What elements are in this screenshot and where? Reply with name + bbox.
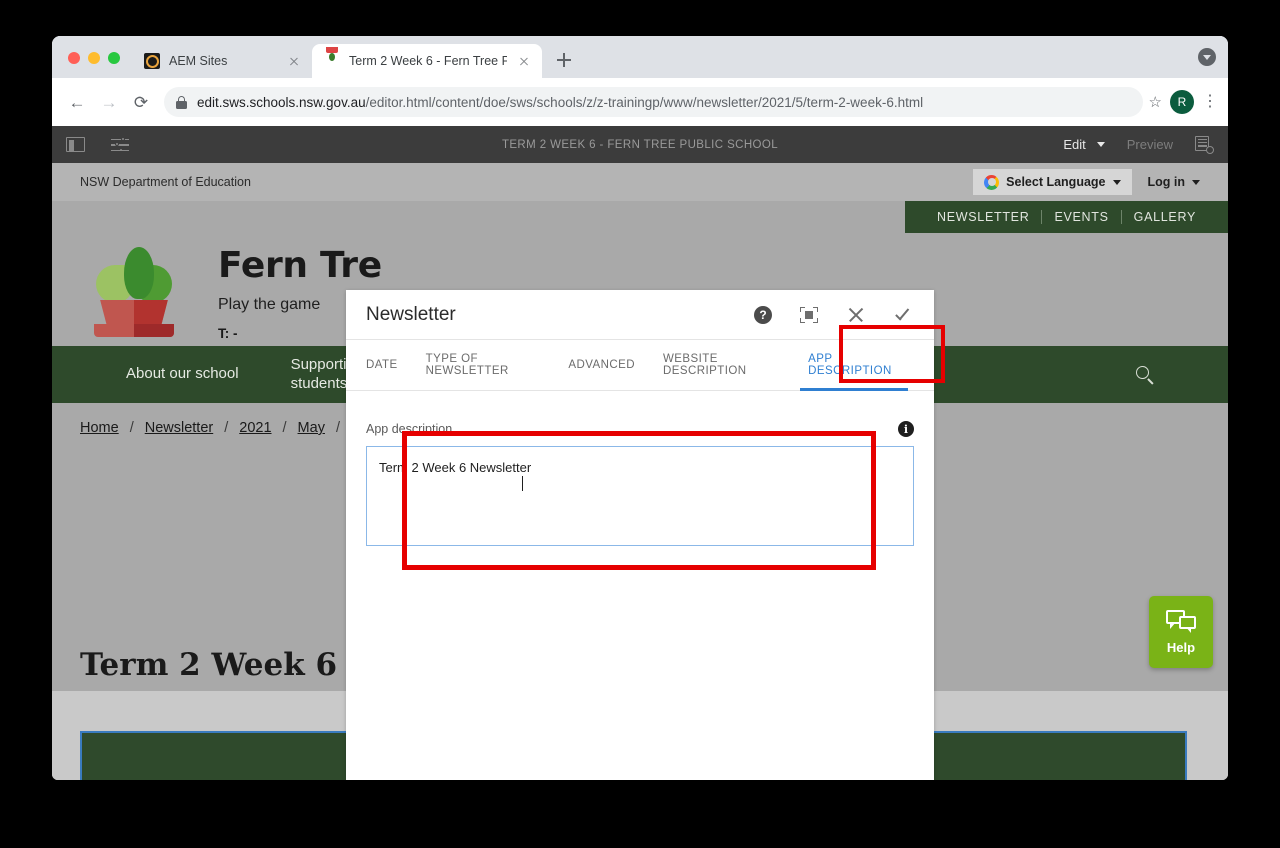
util-nav-item-gallery[interactable]: GALLERY [1122,210,1208,224]
dialog-title: Newsletter [366,303,456,325]
app-description-field: App description i [366,421,914,551]
dialog-body: App description i [346,391,934,551]
close-icon[interactable] [846,305,866,325]
breadcrumb-item-newsletter[interactable]: Newsletter [145,420,214,436]
school-name: Fern Tre [218,244,382,286]
info-icon[interactable]: i [898,421,914,437]
tab-website-description[interactable]: WEBSITE DESCRIPTION [649,340,794,391]
preview-button[interactable]: Preview [1127,137,1173,152]
edit-mode-selector[interactable]: Edit [1063,137,1105,152]
tab-app-description[interactable]: APP DESCRIPTION [794,340,914,391]
close-icon[interactable] [516,53,532,69]
aem-icon [144,53,160,69]
avatar[interactable]: R [1170,90,1194,114]
help-button[interactable]: Help [1149,596,1213,668]
text-caret [522,476,523,491]
breadcrumb-item-home[interactable]: Home [80,420,119,436]
doe-utility-right: Select Language Log in [973,169,1200,195]
window-traffic-lights [52,52,132,78]
minimize-window-button[interactable] [88,52,100,64]
new-tab-button[interactable] [550,46,578,74]
browser-tab-strip: AEM Sites Term 2 Week 6 - Fern Tree Pub [52,36,1228,78]
annotate-icon[interactable] [1195,135,1214,154]
select-language-dropdown[interactable]: Select Language [973,169,1132,195]
close-window-button[interactable] [68,52,80,64]
school-icon [324,47,340,69]
browser-tab-term-2-week-6[interactable]: Term 2 Week 6 - Fern Tree Pub [312,44,542,78]
browser-toolbar: ← → ⟳ edit.sws.schools.nsw.gov.au/editor… [52,78,1228,126]
chevron-down-icon [1096,142,1105,147]
department-label: NSW Department of Education [80,175,251,189]
side-panel-toggle-icon[interactable] [66,137,85,152]
google-icon [984,174,1000,190]
dialog-tab-bar: DATE TYPE OF NEWSLETTER ADVANCED WEBSITE… [346,325,945,391]
breadcrumb-separator: / [282,420,287,436]
chat-bubble-icon [1166,609,1196,634]
breadcrumb-separator: / [224,420,229,436]
page-title: Term 2 Week 6 [80,647,338,683]
field-label: App description [366,422,453,436]
browser-menu-icon[interactable]: ⋮ [1202,93,1218,109]
browser-window: AEM Sites Term 2 Week 6 - Fern Tree Pub … [52,36,1228,780]
tab-advanced[interactable]: ADVANCED [554,340,649,391]
breadcrumb-separator: / [129,420,134,436]
breadcrumb-item-2021[interactable]: 2021 [239,420,271,436]
newsletter-properties-dialog: Newsletter ? DATE TYPE OF NEWSLETTER ADV… [346,290,945,780]
search-icon[interactable] [1136,365,1154,384]
util-nav-item-events[interactable]: EVENTS [1042,210,1120,224]
reload-button[interactable]: ⟳ [126,87,156,117]
url-text: edit.sws.schools.nsw.gov.au/editor.html/… [197,95,923,110]
browser-tab-aem-sites[interactable]: AEM Sites [132,44,312,78]
field-label-row: App description i [366,421,914,437]
forward-button[interactable]: → [94,87,124,117]
school-logo-icon [84,246,184,339]
page-viewport: TERM 2 WEEK 6 - FERN TREE PUBLIC SCHOOL … [52,126,1228,780]
maximize-window-button[interactable] [108,52,120,64]
nav-item-about-our-school[interactable]: About our school [126,365,239,384]
aem-toolbar-left [66,135,133,155]
util-nav-item-newsletter[interactable]: NEWSLETTER [925,210,1041,224]
help-label: Help [1166,639,1196,655]
tab-title: Term 2 Week 6 - Fern Tree Pub [349,54,507,68]
tab-type-of-newsletter[interactable]: TYPE OF NEWSLETTER [412,340,555,391]
chevron-down-icon [1112,179,1121,185]
select-language-label: Select Language [1006,175,1106,189]
dialog-header: Newsletter ? [346,290,934,340]
url-domain: edit.sws.schools.nsw.gov.au [197,94,366,110]
bookmark-star-icon[interactable]: ☆ [1149,93,1162,111]
login-dropdown[interactable]: Log in [1147,175,1200,189]
close-icon[interactable] [286,53,302,69]
chevron-down-icon[interactable] [1198,48,1216,66]
tab-title: AEM Sites [169,54,228,68]
dialog-actions: ? [754,305,914,325]
page-properties-icon[interactable] [111,135,133,155]
aem-toolbar-right: Edit Preview [1063,135,1214,154]
fullscreen-icon[interactable] [800,306,818,323]
utility-navigation: NEWSLETTER EVENTS GALLERY [905,201,1228,233]
edit-mode-label: Edit [1063,137,1086,152]
login-label: Log in [1147,175,1186,189]
back-button[interactable]: ← [62,87,92,117]
aem-page-title: TERM 2 WEEK 6 - FERN TREE PUBLIC SCHOOL [501,138,779,151]
address-bar[interactable]: edit.sws.schools.nsw.gov.au/editor.html/… [164,87,1143,117]
url-path: /editor.html/content/doe/sws/schools/z/z… [365,94,924,110]
breadcrumb-separator: / [335,420,340,436]
breadcrumb: Home / Newsletter / 2021 / May / [80,420,340,436]
tab-date[interactable]: DATE [366,340,412,391]
breadcrumb-item-may[interactable]: May [298,420,325,436]
aem-editor-toolbar: TERM 2 WEEK 6 - FERN TREE PUBLIC SCHOOL … [52,126,1228,163]
confirm-check-icon[interactable] [894,305,914,325]
app-description-input[interactable] [366,446,914,546]
help-icon[interactable]: ? [754,305,772,324]
lock-icon [176,95,187,109]
doe-utility-bar: NSW Department of Education Select Langu… [52,163,1228,201]
chevron-down-icon [1192,179,1200,185]
